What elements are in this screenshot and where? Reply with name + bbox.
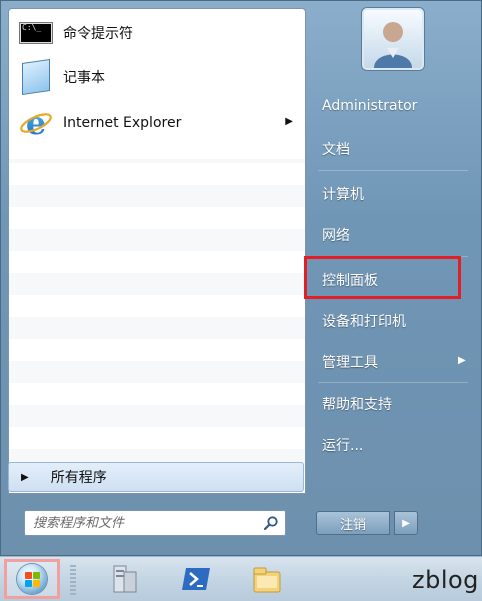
divider (318, 170, 468, 171)
program-internet-explorer[interactable]: e Internet Explorer ▶ (13, 103, 303, 143)
right-item-devices-printers[interactable]: 设备和打印机 (322, 311, 406, 331)
search-box[interactable] (24, 510, 286, 536)
program-command-prompt[interactable]: C:\_ 命令提示符 (13, 13, 303, 53)
file-explorer-icon[interactable] (250, 562, 284, 596)
powershell-icon[interactable] (180, 562, 214, 596)
search-input[interactable] (31, 514, 255, 532)
programs-pane-background (9, 159, 305, 493)
all-programs-label: 所有程序 (50, 470, 107, 486)
svg-text:e: e (26, 106, 46, 140)
taskbar-grip[interactable] (70, 563, 76, 595)
program-label: 记事本 (63, 70, 105, 86)
program-label: 命令提示符 (63, 26, 133, 42)
programs-pane: C:\_ 命令提示符 记事本 e Internet Explorer ▶ (8, 8, 306, 494)
right-item-network[interactable]: 网络 (322, 225, 350, 245)
notepad-icon (17, 59, 55, 95)
divider (318, 382, 468, 383)
shutdown-options-arrow-icon[interactable]: ▶ (394, 511, 418, 535)
submenu-arrow-icon[interactable]: ▶ (285, 116, 293, 127)
right-item-computer[interactable]: 计算机 (322, 184, 364, 204)
windows-logo-icon (17, 564, 47, 594)
right-item-help-support[interactable]: 帮助和支持 (322, 394, 392, 414)
server-manager-icon[interactable] (108, 562, 142, 596)
admin-tools-submenu-icon[interactable]: ▶ (458, 355, 466, 366)
taskbar (0, 556, 482, 601)
watermark-text: zblog (412, 566, 479, 594)
right-item-admin-tools[interactable]: 管理工具 (322, 352, 378, 372)
control-panel-highlight-box (304, 256, 461, 299)
right-item-documents[interactable]: 文档 (322, 139, 350, 159)
start-button[interactable] (4, 559, 60, 599)
search-icon[interactable] (263, 515, 279, 531)
user-avatar-icon (374, 22, 412, 68)
command-prompt-icon: C:\_ (17, 15, 55, 51)
program-label: Internet Explorer (63, 115, 182, 131)
shutdown-group: 注销 ▶ (316, 511, 418, 535)
all-programs-button[interactable]: ▶ 所有程序 (8, 462, 304, 492)
user-avatar[interactable] (362, 8, 424, 70)
right-item-run[interactable]: 运行... (322, 435, 363, 455)
program-notepad[interactable]: 记事本 (13, 57, 303, 97)
logoff-button[interactable]: 注销 (316, 511, 390, 535)
expand-arrow-icon: ▶ (21, 471, 29, 483)
internet-explorer-icon: e (17, 105, 55, 141)
user-name-link[interactable]: Administrator (322, 98, 417, 114)
start-menu: C:\_ 命令提示符 记事本 e Internet Explorer ▶ ▶ 所… (0, 0, 482, 556)
